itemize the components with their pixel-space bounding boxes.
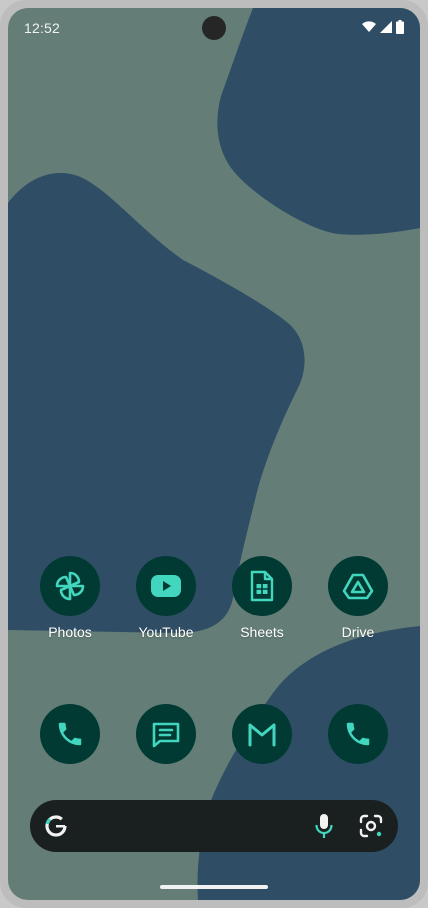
mic-icon[interactable] xyxy=(314,813,334,839)
photos-icon-container xyxy=(40,556,100,616)
app-label-youtube: YouTube xyxy=(138,624,194,640)
spreadsheet-icon xyxy=(250,570,274,602)
gmail-icon xyxy=(248,723,276,747)
home-screen: 12:52 Photos YouTube Sheets Drive xyxy=(8,8,420,900)
signal-icon xyxy=(380,21,392,33)
battery-icon xyxy=(396,20,404,34)
app-label-sheets: Sheets xyxy=(240,624,284,640)
status-time: 12:52 xyxy=(24,20,61,36)
youtube-icon-container xyxy=(136,556,196,616)
wallpaper-shape-top xyxy=(217,8,420,235)
pinwheel-icon xyxy=(55,571,85,601)
app-label-photos: Photos xyxy=(48,624,92,640)
phone-icon xyxy=(58,722,82,746)
triangle-drive-icon xyxy=(342,573,374,600)
phone-icon xyxy=(346,722,370,746)
wallpaper xyxy=(8,8,420,900)
play-button-icon xyxy=(151,575,181,597)
app-drive[interactable]: Drive xyxy=(318,556,398,640)
app-photos[interactable]: Photos xyxy=(30,556,110,640)
google-g-icon[interactable] xyxy=(44,814,68,838)
message-icon xyxy=(152,722,180,748)
drive-icon-container xyxy=(328,556,388,616)
app-label-drive: Drive xyxy=(341,624,375,640)
dock-gmail-app[interactable] xyxy=(232,704,292,764)
dock-phone-app-2[interactable] xyxy=(328,704,388,764)
sheets-icon-container xyxy=(232,556,292,616)
google-search-bar[interactable] xyxy=(30,800,398,852)
status-icons xyxy=(362,20,404,34)
wifi-icon xyxy=(362,21,376,32)
dock-phone-app[interactable] xyxy=(40,704,100,764)
device-frame: 12:52 Photos YouTube Sheets Drive xyxy=(0,0,428,908)
lens-icon[interactable] xyxy=(358,814,384,838)
dock-messages-app[interactable] xyxy=(136,704,196,764)
app-youtube[interactable]: YouTube xyxy=(126,556,206,640)
gesture-nav-handle[interactable] xyxy=(160,885,268,889)
wallpaper-shape-bottom xyxy=(197,626,420,900)
camera-cutout xyxy=(202,16,226,40)
app-sheets[interactable]: Sheets xyxy=(222,556,302,640)
